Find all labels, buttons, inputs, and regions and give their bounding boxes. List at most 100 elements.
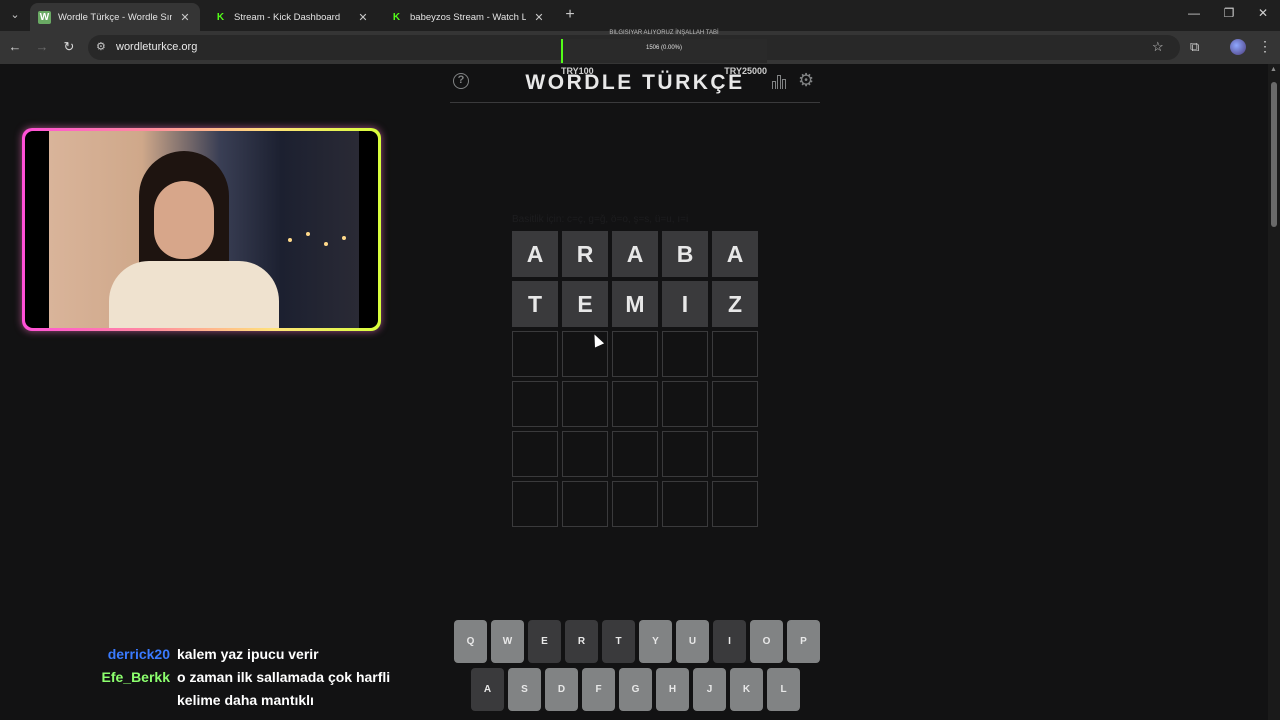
- scroll-thumb[interactable]: [1271, 82, 1277, 227]
- board-tile: B: [662, 231, 708, 277]
- close-icon[interactable]: ✕: [178, 11, 192, 24]
- key-h[interactable]: H: [656, 668, 689, 711]
- minimize-icon[interactable]: —: [1184, 6, 1204, 20]
- chat-text: o zaman ilk sallamada çok harfli: [177, 669, 391, 685]
- chat-text: kelime daha mantıklı: [177, 692, 314, 708]
- board-tile: [712, 431, 758, 477]
- board-tile: [662, 481, 708, 527]
- board-tile: A: [612, 231, 658, 277]
- tab-kick-stream[interactable]: K babeyzos Stream - Watch Live o ✕: [382, 3, 554, 31]
- board-tile: [612, 331, 658, 377]
- key-g[interactable]: G: [619, 668, 652, 711]
- tab-strip: ⌄ W Wordle Türkçe - Wordle Sınırsız ✕ K …: [0, 0, 1280, 31]
- kick-favicon-icon: K: [216, 11, 225, 23]
- board-row: TEMIZ: [512, 281, 758, 327]
- keyboard-row-1: QWERTYUIOP: [454, 620, 820, 663]
- extensions-puzzle-icon[interactable]: ⧉: [1190, 39, 1199, 55]
- url-text: wordleturkce.org: [116, 41, 198, 53]
- site-info-icon[interactable]: ⚙: [96, 40, 106, 53]
- window-close-icon[interactable]: ✕: [1253, 6, 1273, 20]
- tab-wordle[interactable]: W Wordle Türkçe - Wordle Sınırsız ✕: [30, 3, 200, 31]
- scroll-up-arrow-icon[interactable]: ▲: [1270, 66, 1277, 73]
- board-row: ARABA: [512, 231, 758, 277]
- board-tile: M: [612, 281, 658, 327]
- back-arrow-icon[interactable]: ←: [6, 39, 24, 55]
- keyboard-row-2: ASDFGHJKL: [471, 668, 800, 711]
- profile-avatar[interactable]: [1230, 39, 1246, 55]
- board-tile: [612, 481, 658, 527]
- board-tile: [612, 381, 658, 427]
- tab-title: babeyzos Stream - Watch Live o: [410, 11, 526, 23]
- key-y[interactable]: Y: [639, 620, 672, 663]
- stats-chart-icon[interactable]: [772, 73, 788, 89]
- board-tile: [612, 431, 658, 477]
- board-tile: [712, 331, 758, 377]
- board-tile: [562, 481, 608, 527]
- key-a[interactable]: A: [471, 668, 504, 711]
- close-icon[interactable]: ✕: [356, 11, 370, 24]
- donation-progress-text: 1506 (0.00%): [645, 45, 683, 51]
- board-row: [512, 481, 758, 527]
- board-tile: [662, 431, 708, 477]
- hint-text: Basitlik için: c=ç, g=ğ, ö=o, ş=s, ü=u, …: [512, 214, 689, 225]
- key-f[interactable]: F: [582, 668, 615, 711]
- board-tile: [562, 431, 608, 477]
- board-tile: [512, 331, 558, 377]
- key-r[interactable]: R: [565, 620, 598, 663]
- restore-icon[interactable]: ❐: [1219, 6, 1239, 20]
- chat-username: derrick20: [107, 646, 170, 662]
- key-w[interactable]: W: [491, 620, 524, 663]
- donation-progress-bar: [561, 39, 767, 63]
- board-tile: [512, 381, 558, 427]
- board-tile: [712, 381, 758, 427]
- board-tile: [562, 381, 608, 427]
- more-menu-icon[interactable]: ⋮: [1258, 38, 1272, 55]
- key-l[interactable]: L: [767, 668, 800, 711]
- tab-title: Wordle Türkçe - Wordle Sınırsız: [58, 11, 172, 23]
- key-s[interactable]: S: [508, 668, 541, 711]
- board-tile: Z: [712, 281, 758, 327]
- scrollbar[interactable]: ▲: [1268, 64, 1280, 720]
- bookmark-star-icon[interactable]: ☆: [1152, 39, 1164, 55]
- board-tile: E: [562, 281, 608, 327]
- forward-arrow-icon[interactable]: →: [33, 39, 51, 55]
- tab-title: Stream - Kick Dashboard: [234, 11, 341, 23]
- key-e[interactable]: E: [528, 620, 561, 663]
- chat-username: Efe_Berkk: [101, 669, 171, 685]
- key-d[interactable]: D: [545, 668, 578, 711]
- new-tab-button[interactable]: +: [561, 6, 579, 24]
- key-i[interactable]: I: [713, 620, 746, 663]
- board-row: [512, 381, 758, 427]
- board-tile: [662, 381, 708, 427]
- board-row: [512, 331, 758, 377]
- board-tile: A: [712, 231, 758, 277]
- close-icon[interactable]: ✕: [532, 11, 546, 24]
- tab-kick-dashboard[interactable]: K Stream - Kick Dashboard ✕: [206, 3, 378, 31]
- gear-icon[interactable]: ⚙: [798, 71, 814, 89]
- board-tile: R: [562, 231, 608, 277]
- game-board: ARABATEMIZ: [512, 231, 758, 531]
- key-j[interactable]: J: [693, 668, 726, 711]
- board-tile: I: [662, 281, 708, 327]
- board-row: [512, 431, 758, 477]
- board-tile: T: [512, 281, 558, 327]
- key-u[interactable]: U: [676, 620, 709, 663]
- key-p[interactable]: P: [787, 620, 820, 663]
- chat-text: kalem yaz ipucu verir: [177, 646, 319, 662]
- board-tile: A: [512, 231, 558, 277]
- board-tile: [662, 331, 708, 377]
- key-t[interactable]: T: [602, 620, 635, 663]
- board-tile: [512, 481, 558, 527]
- donation-title: BILGISIYAR ALIYORUZ İNŞALLAH TABİ: [609, 30, 719, 36]
- key-q[interactable]: Q: [454, 620, 487, 663]
- kick-favicon-icon: K: [392, 11, 401, 23]
- game-header: ? WORDLE TÜRKÇE ⚙: [450, 64, 820, 103]
- webcam-video: [49, 131, 359, 328]
- key-k[interactable]: K: [730, 668, 763, 711]
- webcam-overlay: [22, 128, 381, 331]
- key-o[interactable]: O: [750, 620, 783, 663]
- board-tile: [512, 431, 558, 477]
- tab-search-chevron-icon[interactable]: ⌄: [6, 6, 24, 24]
- wordle-favicon-icon: W: [38, 10, 51, 24]
- reload-icon[interactable]: ↻: [60, 39, 78, 55]
